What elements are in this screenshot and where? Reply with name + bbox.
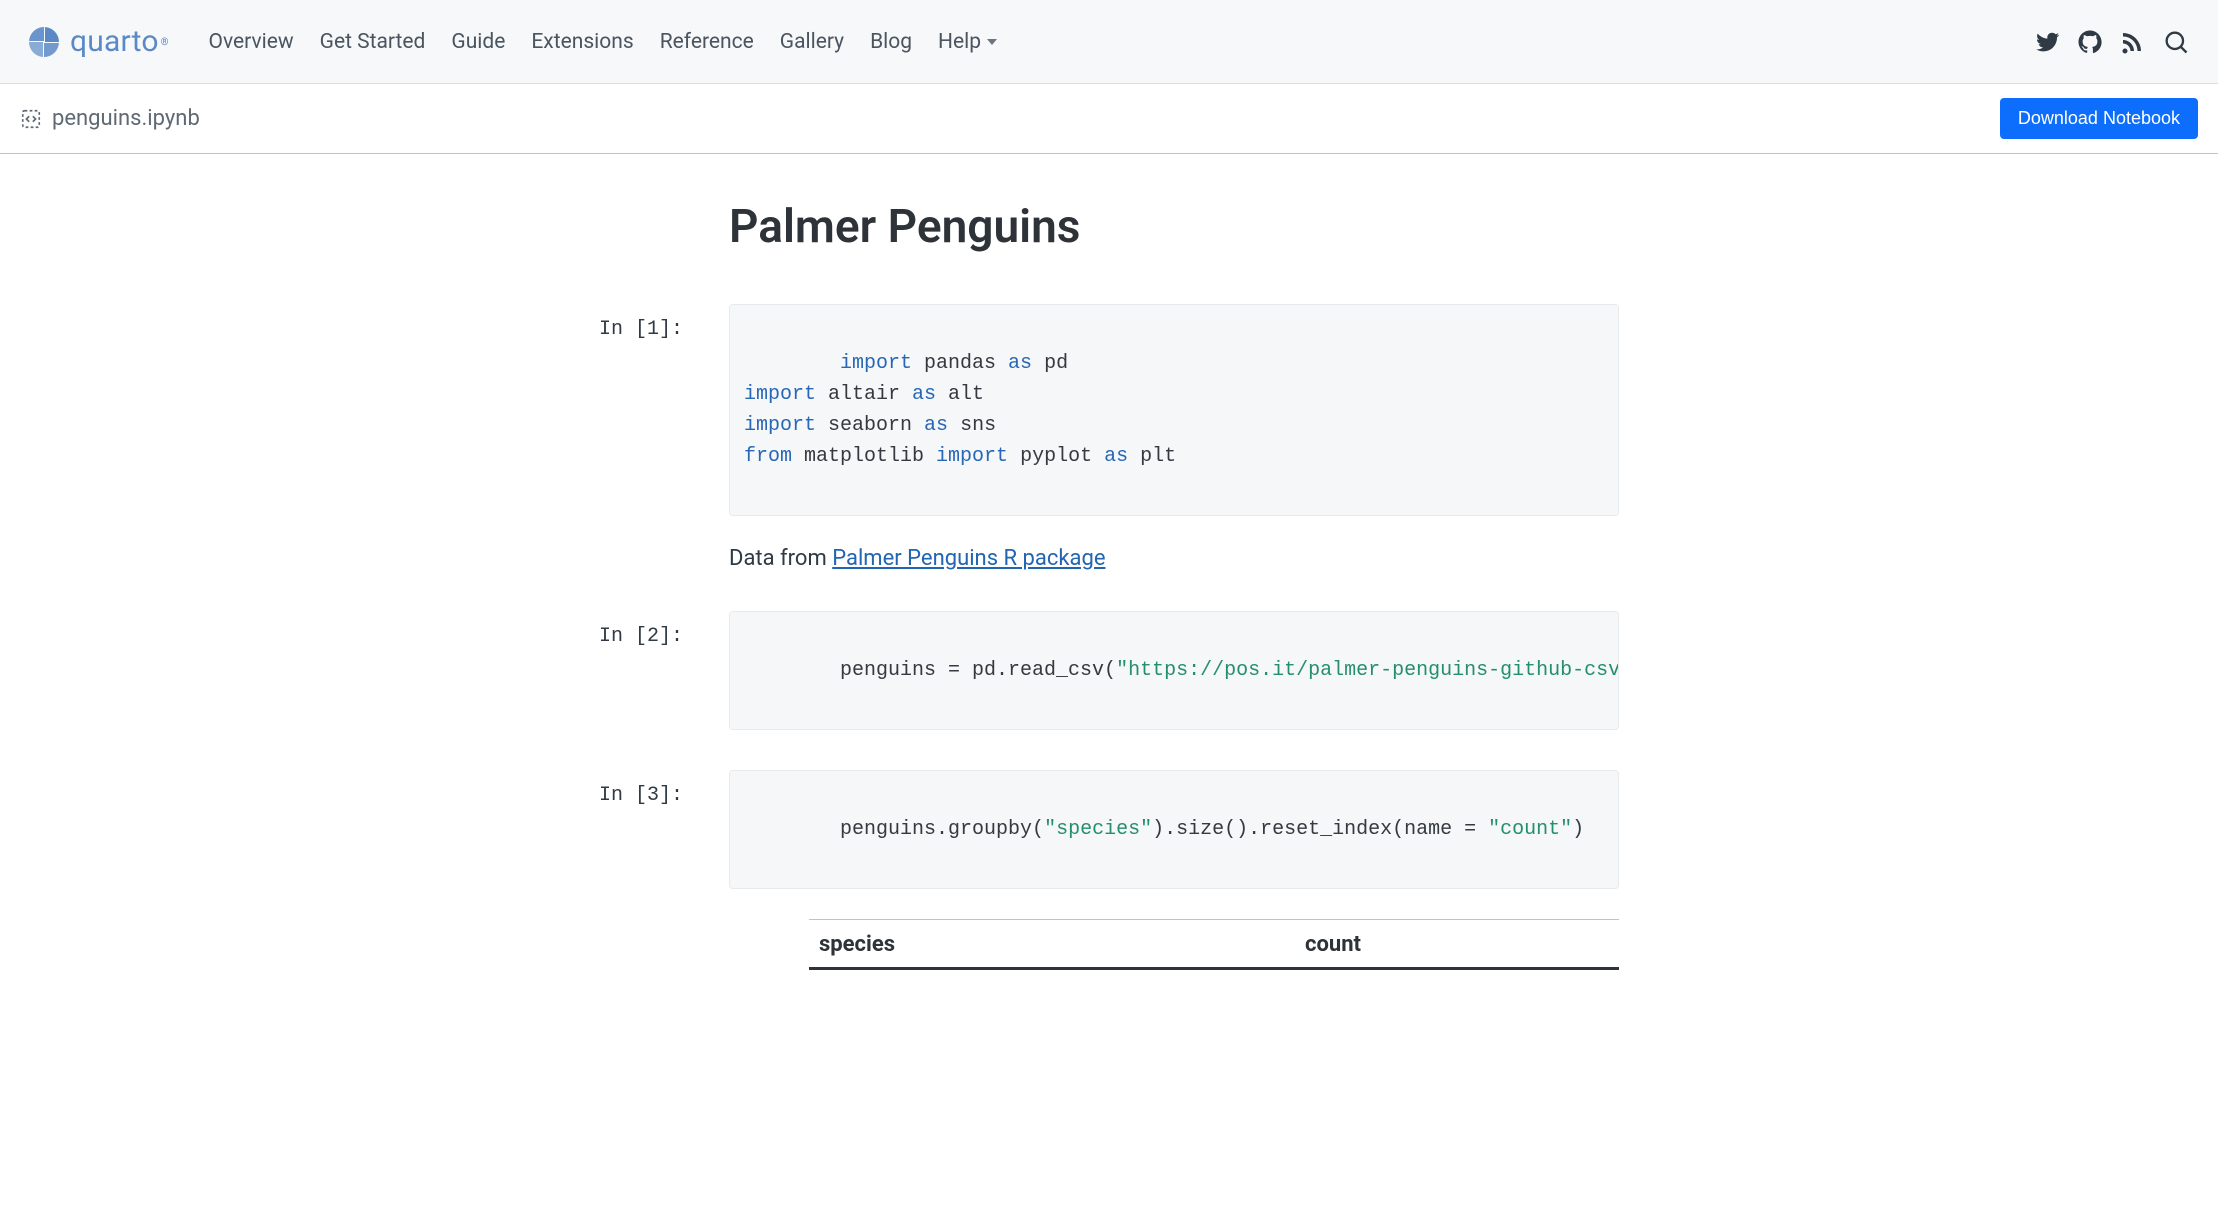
page-title: Palmer Penguins bbox=[599, 200, 1619, 254]
code-cell: In [3]: penguins.groupby("species").size… bbox=[599, 770, 1619, 970]
chevron-down-icon bbox=[987, 39, 997, 45]
top-navbar: quarto® Overview Get Started Guide Exten… bbox=[0, 0, 2218, 84]
github-icon[interactable] bbox=[2078, 30, 2102, 54]
nav-extensions[interactable]: Extensions bbox=[531, 30, 633, 54]
copy-icon[interactable] bbox=[1586, 622, 1606, 642]
brand-text: quarto® bbox=[70, 24, 169, 59]
table-header-count: count bbox=[1295, 920, 1619, 969]
code-cell: In [2]: penguins = pd.read_csv("https://… bbox=[599, 611, 1619, 730]
nav-reference[interactable]: Reference bbox=[660, 30, 754, 54]
brand-link[interactable]: quarto® bbox=[28, 24, 169, 59]
nav-get-started[interactable]: Get Started bbox=[320, 30, 426, 54]
nav-gallery[interactable]: Gallery bbox=[780, 30, 844, 54]
code-block: penguins = pd.read_csv("https://pos.it/p… bbox=[729, 611, 1619, 730]
nav-help-label: Help bbox=[938, 30, 981, 54]
nav-help-dropdown[interactable]: Help bbox=[938, 30, 997, 54]
code-file-icon bbox=[20, 108, 42, 130]
table-header-row: species count bbox=[809, 920, 1619, 969]
notebook-filename: penguins.ipynb bbox=[52, 106, 200, 131]
cell-prompt: In [2]: bbox=[599, 611, 729, 648]
markdown-paragraph: Data from Palmer Penguins R package bbox=[599, 546, 1619, 571]
cell-prompt: In [1]: bbox=[599, 304, 729, 341]
markdown-text: Data from bbox=[729, 546, 832, 571]
nav-guide[interactable]: Guide bbox=[451, 30, 505, 54]
code-cell: In [1]: import pandas as pd import altai… bbox=[599, 304, 1619, 516]
nav-icon-group bbox=[2036, 28, 2190, 56]
quarto-logo-icon bbox=[28, 26, 60, 58]
copy-icon[interactable] bbox=[1586, 315, 1606, 335]
code-block: import pandas as pd import altair as alt… bbox=[729, 304, 1619, 516]
output-table: species count bbox=[729, 919, 1619, 970]
twitter-icon[interactable] bbox=[2036, 30, 2060, 54]
cell-prompt: In [3]: bbox=[599, 770, 729, 807]
nav-blog[interactable]: Blog bbox=[870, 30, 912, 54]
copy-icon[interactable] bbox=[1586, 781, 1606, 801]
notebook-subbar: penguins.ipynb Download Notebook bbox=[0, 84, 2218, 154]
palmer-penguins-link[interactable]: Palmer Penguins R package bbox=[832, 546, 1105, 571]
table-header-species: species bbox=[809, 920, 1295, 969]
download-notebook-button[interactable]: Download Notebook bbox=[2000, 98, 2198, 139]
nav-overview[interactable]: Overview bbox=[209, 30, 294, 54]
rss-icon[interactable] bbox=[2120, 30, 2144, 54]
notebook-content: Palmer Penguins In [1]: import pandas as… bbox=[579, 154, 1639, 1000]
search-icon[interactable] bbox=[2162, 28, 2190, 56]
code-block: penguins.groupby("species").size().reset… bbox=[729, 770, 1619, 889]
primary-nav: Overview Get Started Guide Extensions Re… bbox=[209, 30, 998, 54]
